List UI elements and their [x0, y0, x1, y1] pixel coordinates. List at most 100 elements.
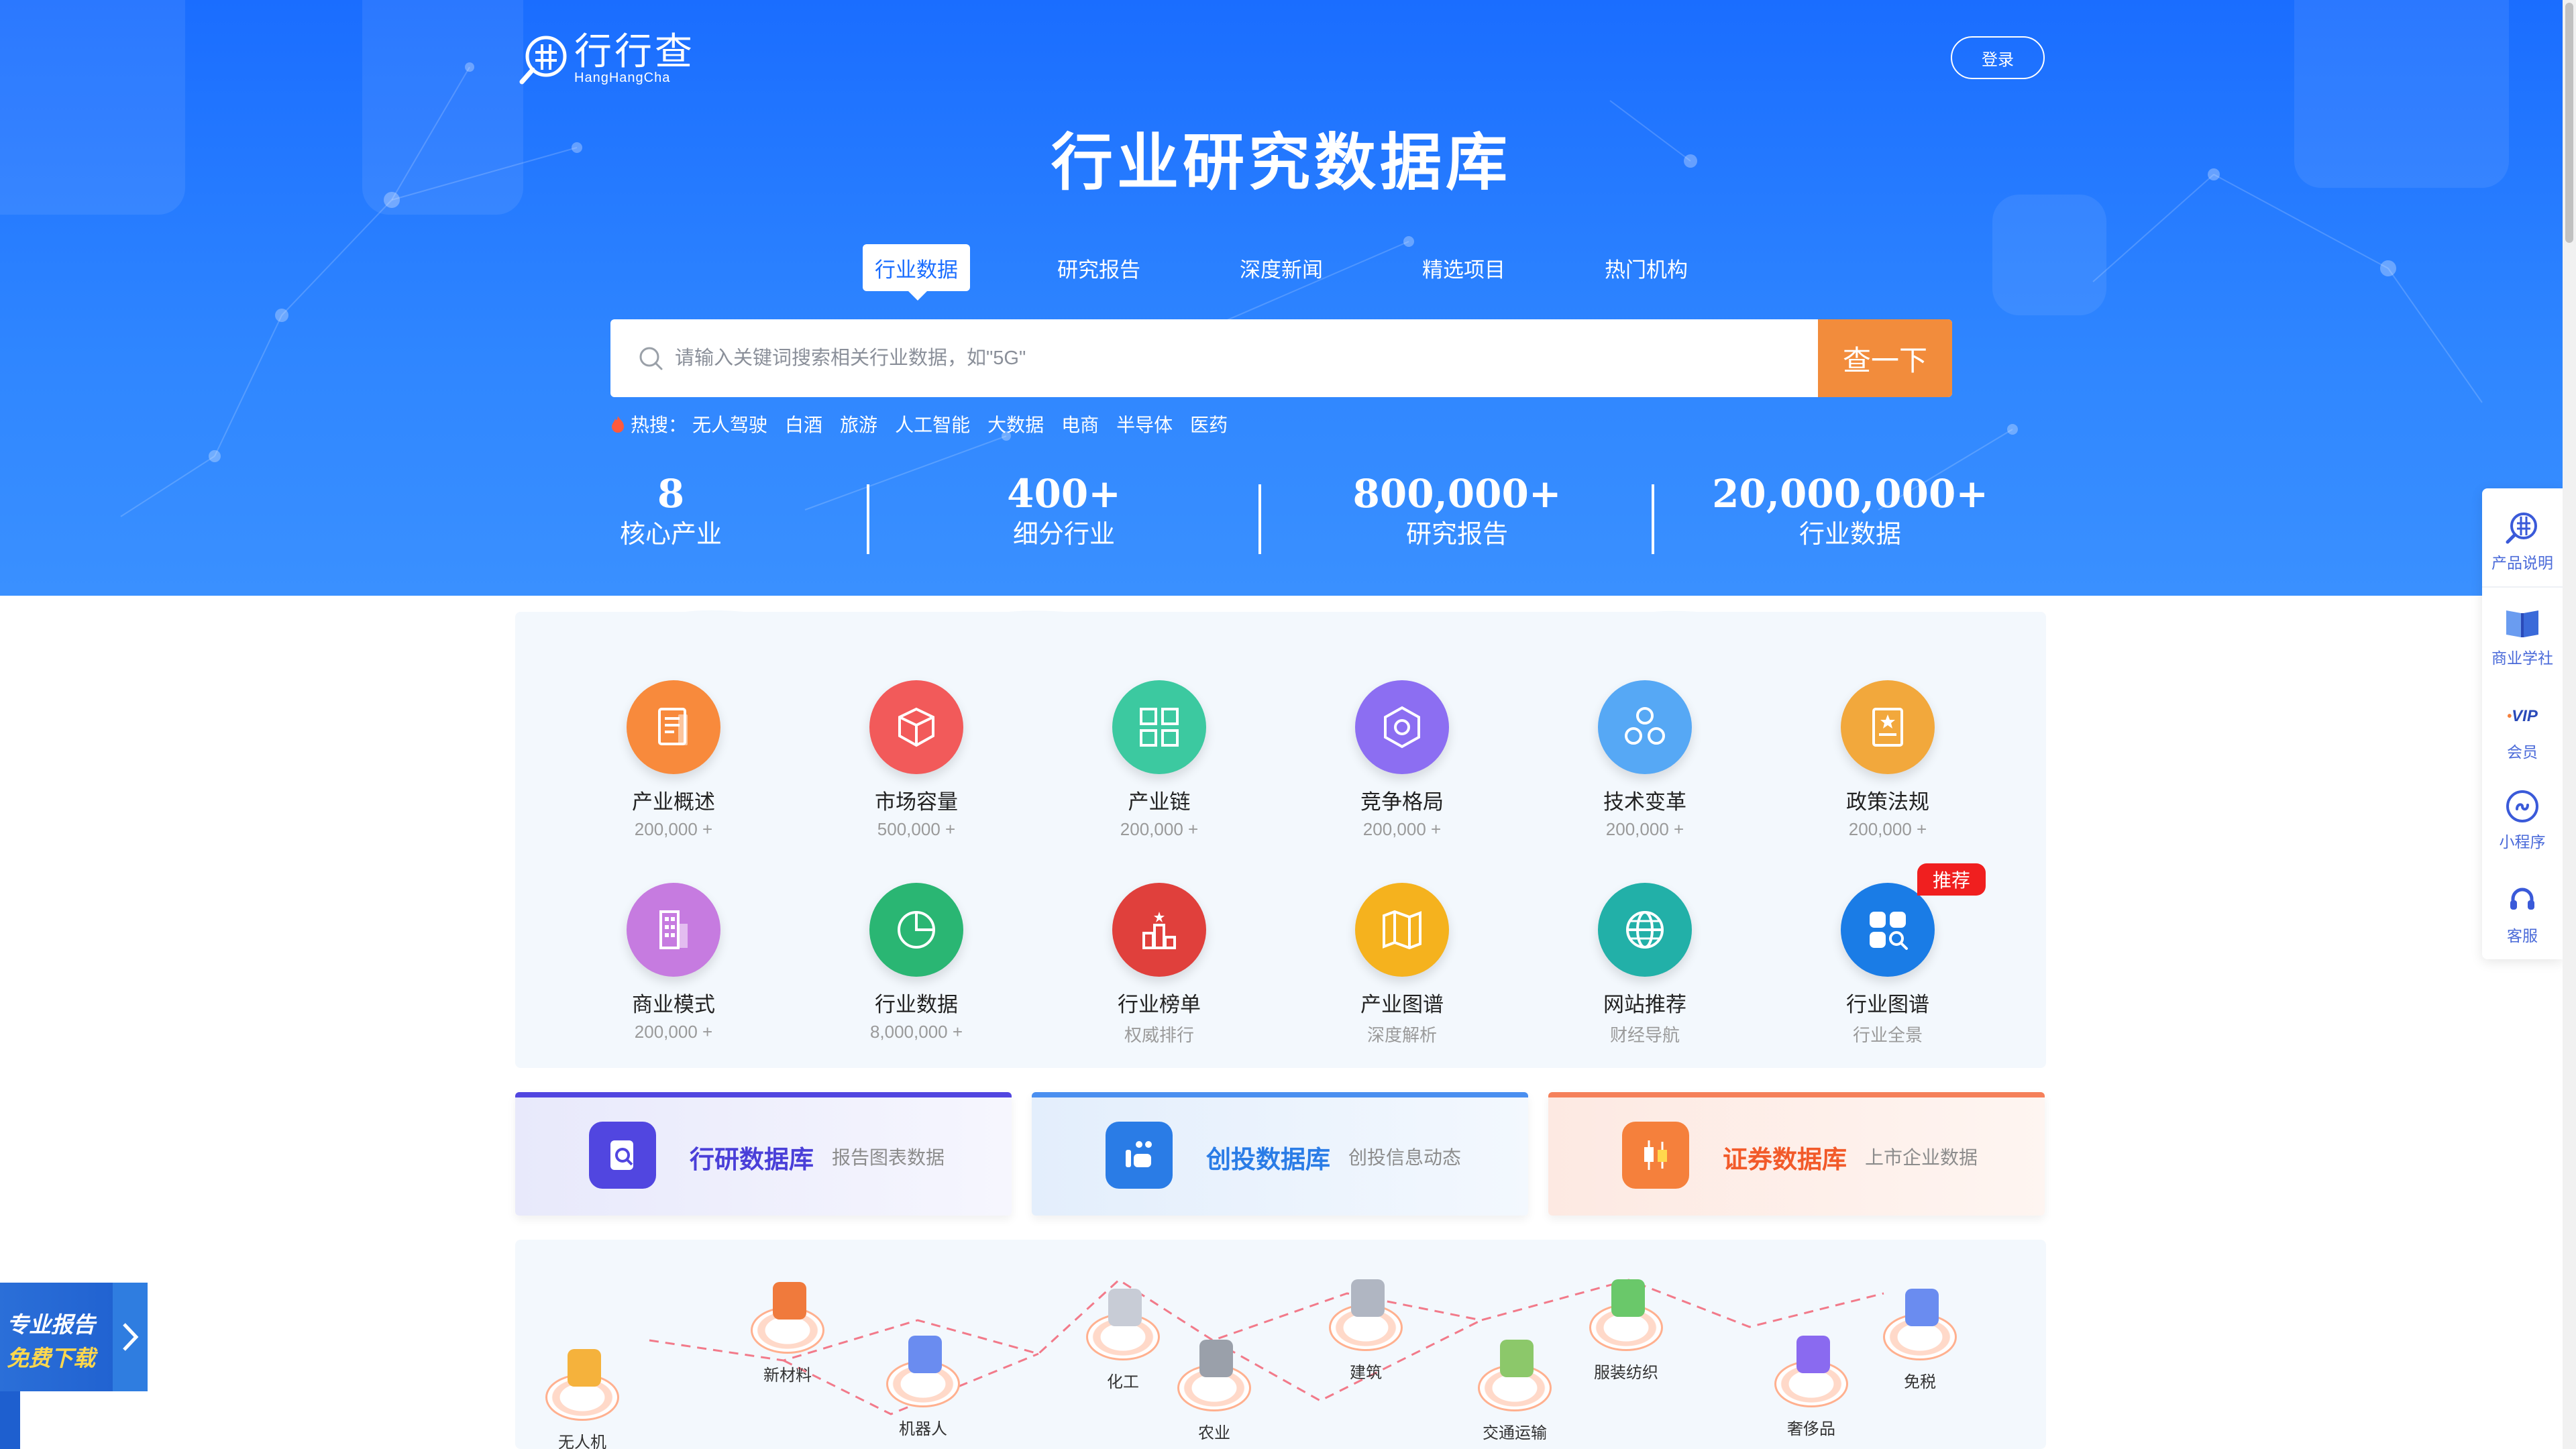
category-count: 权威排行 — [1124, 1025, 1194, 1045]
card-accent-bar — [515, 1092, 1012, 1097]
category-count: 200,000 + — [1848, 819, 1927, 839]
promo-line-1: 专业报告 — [7, 1312, 95, 1337]
map-node-label: 建筑 — [1350, 1364, 1382, 1382]
map-node[interactable]: 无人机 — [515, 1349, 649, 1449]
promo-tab-edge — [0, 1391, 20, 1449]
cloud-edge-decoration — [515, 610, 2046, 631]
sidebar-item-mini-program[interactable]: 小程序 — [2482, 786, 2563, 852]
login-button[interactable]: 登录 — [1951, 36, 2045, 79]
sidebar-item-label: 产品说明 — [2491, 554, 2553, 572]
hot-search-label: 热搜： — [631, 415, 688, 435]
hot-keyword[interactable]: 电商 — [1061, 411, 1099, 437]
document-icon — [627, 680, 720, 774]
hot-keyword[interactable]: 白酒 — [785, 411, 822, 437]
map-node[interactable]: 免税 — [1853, 1289, 1987, 1392]
search-input[interactable] — [675, 319, 1748, 397]
free-report-promo[interactable]: 专业报告 免费下载 — [0, 1283, 148, 1391]
category-policy[interactable]: 政策法规 200,000 + — [1801, 680, 1975, 840]
category-count: 200,000 + — [634, 819, 713, 839]
vip-icon: • VIP — [2507, 707, 2538, 725]
policy-icon — [1841, 680, 1935, 774]
hot-keyword[interactable]: 大数据 — [987, 411, 1044, 437]
category-competition[interactable]: 竞争格局 200,000 + — [1315, 680, 1489, 840]
search-icon — [639, 347, 663, 370]
category-label: 行业图谱 — [1846, 993, 1929, 1016]
vertical-scrollbar[interactable] — [2563, 0, 2576, 1449]
tab-in-depth-news[interactable]: 深度新闻 — [1228, 244, 1335, 291]
hot-keyword[interactable]: 无人驾驶 — [692, 411, 767, 437]
category-label: 网站推荐 — [1603, 993, 1686, 1016]
category-label: 竞争格局 — [1360, 790, 1444, 814]
sidebar-item-business-school[interactable]: 商业学社 — [2482, 602, 2563, 668]
tab-research-report[interactable]: 研究报告 — [1045, 244, 1152, 291]
stat-number: 20,000,000+ — [1712, 471, 1988, 517]
map-node[interactable]: 机器人 — [856, 1336, 990, 1439]
category-label: 产业概述 — [632, 790, 715, 814]
category-industry-chain[interactable]: 产业链 200,000 + — [1072, 680, 1246, 840]
category-count: 200,000 + — [1605, 819, 1684, 839]
category-count: 200,000 + — [1120, 819, 1199, 839]
map-node-label: 免税 — [1904, 1373, 1936, 1391]
apps-search-icon — [1841, 883, 1935, 977]
db-card-securities[interactable]: 证券数据库 上市企业数据 — [1548, 1092, 2045, 1216]
hot-keyword[interactable]: 旅游 — [840, 411, 877, 437]
map-node-label: 无人机 — [558, 1434, 606, 1449]
map-node-label: 新材料 — [763, 1366, 812, 1385]
map-node[interactable]: 农业 — [1147, 1340, 1281, 1443]
category-ranking[interactable]: 行业榜单 权威排行 — [1072, 883, 1246, 1046]
category-count: 200,000 + — [634, 1022, 713, 1042]
logo-name: 行行查 — [574, 30, 695, 72]
tab-selected-projects[interactable]: 精选项目 — [1410, 244, 1517, 291]
category-website-recommend[interactable]: 网站推荐 财经导航 — [1558, 883, 1732, 1046]
logo[interactable]: 行行查 HangHangCha — [518, 32, 695, 86]
category-tech-change[interactable]: 技术变革 200,000 + — [1558, 680, 1732, 840]
divider — [2482, 586, 2563, 588]
hero-banner: 行行查 HangHangCha 登录 行业研究数据库 行业数据 研究报告 深度新… — [0, 0, 2563, 596]
category-industry-data[interactable]: 行业数据 8,000,000 + — [829, 883, 1004, 1042]
db-card-venture[interactable]: 创投数据库 创投信息动态 — [1032, 1092, 1528, 1216]
db-card-title: 创投数据库 — [1206, 1146, 1330, 1173]
search-button[interactable]: 查一下 — [1818, 319, 1952, 397]
db-card-research[interactable]: 行研数据库 报告图表数据 — [515, 1092, 1012, 1216]
stat-sub-industries: 400+ 细分行业 — [923, 470, 1205, 551]
stat-divider — [1652, 484, 1654, 554]
headset-icon — [2502, 880, 2542, 920]
promo-line-2: 免费下载 — [7, 1346, 95, 1371]
hot-search: 热搜： 无人驾驶 白酒 旅游 人工智能 大数据 电商 半导体 医药 — [609, 411, 1245, 437]
category-business-model[interactable]: 商业模式 200,000 + — [586, 883, 761, 1042]
hot-keyword[interactable]: 医药 — [1190, 411, 1228, 437]
map-node[interactable]: 建筑 — [1299, 1279, 1433, 1383]
hot-keyword[interactable]: 人工智能 — [895, 411, 970, 437]
category-industry-graph[interactable]: 行业图谱 行业全景 — [1801, 883, 1975, 1046]
sidebar-item-product-intro[interactable]: 产品说明 — [2482, 507, 2563, 573]
category-count: 深度解析 — [1366, 1025, 1437, 1045]
right-sidebar: 产品说明 商业学社 • VIP 会员 小程序 客服 — [2482, 488, 2563, 959]
category-count: 行业全景 — [1852, 1025, 1923, 1045]
category-industry-map[interactable]: 产业图谱 深度解析 — [1315, 883, 1489, 1046]
industry-map-panel: 无人机 新材料 机器人 化工 农业 建筑 交通运输 服装纺织 奢侈品 免税 — [515, 1240, 2046, 1449]
category-industry-overview[interactable]: 产业概述 200,000 + — [586, 680, 761, 840]
logo-icon — [519, 36, 567, 85]
tab-industry-data[interactable]: 行业数据 — [863, 244, 970, 301]
map-node[interactable]: 新材料 — [720, 1282, 855, 1385]
category-label: 政策法规 — [1846, 790, 1929, 814]
db-card-subtitle: 报告图表数据 — [832, 1147, 945, 1168]
stat-label: 研究报告 — [1405, 521, 1508, 549]
stat-number: 8 — [657, 471, 685, 517]
stat-divider — [1258, 484, 1261, 554]
category-count: 财经导航 — [1609, 1025, 1680, 1045]
candlestick-icon — [1622, 1122, 1689, 1189]
map-node[interactable]: 服装纺织 — [1559, 1279, 1693, 1383]
db-card-subtitle: 上市企业数据 — [1865, 1147, 1978, 1168]
chevron-right-icon — [113, 1283, 148, 1391]
book-icon — [2502, 602, 2542, 643]
hot-keyword[interactable]: 半导体 — [1116, 411, 1173, 437]
sidebar-item-vip[interactable]: • VIP 会员 — [2482, 696, 2563, 762]
category-label: 技术变革 — [1603, 790, 1686, 814]
tab-popular-institutions[interactable]: 热门机构 — [1593, 244, 1700, 291]
scrollbar-thumb[interactable] — [2565, 3, 2573, 243]
category-market-size[interactable]: 市场容量 500,000 + — [829, 680, 1004, 840]
sidebar-item-customer-service[interactable]: 客服 — [2482, 880, 2563, 946]
stat-industry-data: 20,000,000+ 行业数据 — [1709, 470, 1991, 551]
stat-divider — [867, 484, 869, 554]
